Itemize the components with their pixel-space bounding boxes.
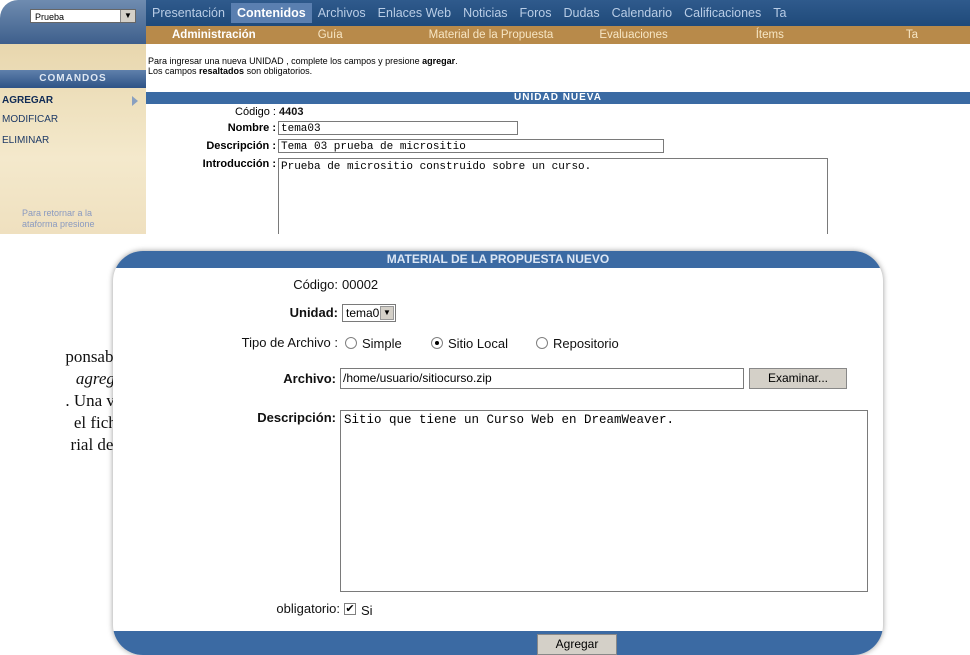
- instructions-line2: Los campos resaltados son obligatorios.: [148, 66, 458, 76]
- document-text-fragment: ponsable, agregar . Una vez el fiche- ri…: [0, 346, 130, 456]
- doc-line-5: rial de la: [70, 435, 130, 454]
- tab-foros[interactable]: Foros: [514, 6, 558, 20]
- sidebar-note-line1: Para retornar a la: [22, 208, 93, 218]
- obligatorio-checkbox[interactable]: ✔: [344, 603, 356, 615]
- radio-simple[interactable]: [345, 337, 357, 349]
- archivo-field[interactable]: /home/usuario/sitiocurso.zip: [340, 368, 744, 389]
- material-header: MATERIAL DE LA PROPUESTA NUEVO: [113, 251, 883, 268]
- unit-header: UNIDAD NUEVA: [146, 92, 970, 104]
- examinar-button[interactable]: Examinar...: [749, 368, 847, 389]
- unit-instructions: Para ingresar una nueva UNIDAD , complet…: [148, 56, 458, 76]
- arrow-right-icon: [132, 96, 138, 106]
- main-nav: Presentación Contenidos Archivos Enlaces…: [146, 0, 970, 26]
- radio-simple-label: Simple: [362, 336, 402, 351]
- tab-truncated[interactable]: Ta: [767, 6, 792, 20]
- commands-header: COMANDOS: [0, 70, 146, 88]
- subtab-administracion[interactable]: Administración: [172, 29, 256, 41]
- tab-archivos[interactable]: Archivos: [312, 6, 372, 20]
- command-agregar-label: AGREGAR: [2, 95, 54, 106]
- form-descripcion-label: Descripción:: [257, 410, 336, 425]
- instructions-end: .: [455, 56, 458, 66]
- introduccion-field[interactable]: Prueba de micrositio construido sobre un…: [278, 158, 828, 234]
- subtab-truncated[interactable]: Ta: [906, 29, 918, 41]
- obligatorio-option-label: Si: [361, 603, 373, 618]
- form-archivo-label: Archivo:: [283, 371, 336, 386]
- unit-content: Para ingresar una nueva UNIDAD , complet…: [146, 44, 970, 234]
- tab-enlaces-web[interactable]: Enlaces Web: [372, 6, 457, 20]
- form-tipo-label: Tipo de Archivo :: [241, 335, 338, 350]
- form-codigo-label: Código:: [293, 277, 338, 292]
- radio-sitio-local[interactable]: [431, 337, 443, 349]
- unidad-select[interactable]: tema03 ▼: [342, 304, 396, 322]
- tab-noticias[interactable]: Noticias: [457, 6, 513, 20]
- subtab-evaluaciones[interactable]: Evaluaciones: [599, 29, 667, 41]
- sidebar-note-line2: ataforma presione: [22, 219, 95, 229]
- chevron-down-icon: ▼: [120, 10, 135, 22]
- subtab-guia[interactable]: Guía: [318, 29, 343, 41]
- instructions-text: Para ingresar una nueva UNIDAD , complet…: [148, 56, 423, 66]
- introduccion-label: Introducción :: [202, 158, 276, 170]
- form-unidad-label: Unidad:: [289, 305, 338, 320]
- nombre-label: Nombre :: [227, 122, 276, 134]
- commands-sidebar: COMANDOS AGREGAR MODIFICAR ELIMINAR Para…: [0, 44, 146, 234]
- tab-contenidos[interactable]: Contenidos: [230, 3, 312, 23]
- descripcion-field[interactable]: Tema 03 prueba de micrositio: [278, 139, 664, 153]
- tab-calificaciones[interactable]: Calificaciones: [678, 6, 767, 20]
- descripcion-label: Descripción :: [206, 140, 276, 152]
- form-codigo-value: 00002: [342, 277, 379, 292]
- nombre-field[interactable]: tema03: [278, 121, 518, 135]
- sub-nav: Administración Guía Material de la Propu…: [146, 26, 970, 44]
- codigo-value: 4403: [279, 106, 304, 118]
- command-agregar[interactable]: AGREGAR: [0, 92, 146, 110]
- obligatorio-label: obligatorio:: [276, 601, 340, 616]
- top-left-bar: Prueba ▼: [0, 0, 146, 44]
- instructions2-end: son obligatorios.: [244, 66, 313, 76]
- radio-sitio-local-label: Sitio Local: [448, 336, 508, 351]
- course-select[interactable]: Prueba ▼: [30, 9, 136, 23]
- subtab-material[interactable]: Material de la Propuesta: [429, 29, 554, 41]
- tab-presentacion[interactable]: Presentación: [146, 6, 231, 20]
- command-modificar[interactable]: MODIFICAR: [0, 111, 146, 129]
- radio-repositorio[interactable]: [536, 337, 548, 349]
- tab-calendario[interactable]: Calendario: [606, 6, 678, 20]
- sidebar-return-note: Para retornar a la ataforma presione: [22, 208, 146, 230]
- instructions-bold: agregar: [422, 56, 456, 66]
- doc-line-2: agregar: [75, 369, 130, 388]
- agregar-button[interactable]: Agregar: [537, 634, 617, 655]
- form-footer: [113, 631, 883, 655]
- material-form-screenshot: MATERIAL DE LA PROPUESTA NUEVO Código: 0…: [113, 251, 883, 655]
- subtab-items[interactable]: Ítems: [756, 29, 784, 41]
- instructions2-text: Los campos: [148, 66, 200, 76]
- doc-line-3: . Una vez: [65, 391, 130, 410]
- command-eliminar[interactable]: ELIMINAR: [0, 132, 146, 150]
- chevron-down-icon: ▼: [380, 306, 394, 320]
- radio-repositorio-label: Repositorio: [553, 336, 619, 351]
- instructions-line1: Para ingresar una nueva UNIDAD , complet…: [148, 56, 458, 66]
- instructions2-bold: resaltados: [199, 66, 245, 76]
- tab-dudas[interactable]: Dudas: [558, 6, 606, 20]
- course-select-value: Prueba: [35, 12, 65, 22]
- unit-admin-screenshot: Prueba ▼ Presentación Contenidos Archivo…: [0, 0, 970, 234]
- doc-line-1: ponsable,: [65, 347, 130, 366]
- codigo-label: Código :: [235, 106, 276, 118]
- doc-line-4: el fiche-: [73, 413, 130, 432]
- descripcion-textarea[interactable]: Sitio que tiene un Curso Web en DreamWea…: [340, 410, 868, 592]
